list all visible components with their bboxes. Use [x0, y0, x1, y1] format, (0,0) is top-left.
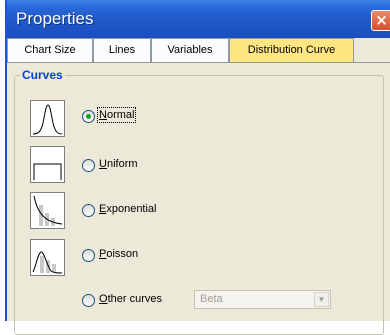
tab-strip: Chart Size Lines Variables Distribution … [7, 38, 390, 63]
other-curves-select[interactable]: Beta ▼ [194, 290, 331, 309]
poisson-label[interactable]: Poisson [99, 248, 138, 260]
normal-curve-icon [30, 100, 65, 137]
tab-lines[interactable]: Lines [93, 38, 151, 62]
tab-variables[interactable]: Variables [151, 38, 229, 62]
normal-radio[interactable] [82, 110, 95, 123]
close-icon: × [375, 11, 388, 29]
tab-distribution-curve[interactable]: Distribution Curve [229, 38, 354, 63]
chevron-down-icon[interactable]: ▼ [314, 292, 329, 307]
normal-label[interactable]: Normal [96, 107, 137, 123]
title-bar[interactable]: Properties × [7, 0, 390, 38]
exponential-curve-icon [30, 192, 65, 229]
exponential-radio[interactable] [82, 204, 95, 217]
exponential-label[interactable]: Exponential [99, 203, 157, 215]
close-button[interactable]: × [371, 10, 390, 31]
dialog-title: Properties [16, 9, 94, 28]
curves-group-label: Curves [20, 68, 65, 82]
poisson-radio[interactable] [82, 249, 95, 262]
poisson-curve-icon [30, 239, 65, 276]
other-curves-select-value: Beta [200, 293, 223, 305]
uniform-curve-icon [30, 146, 65, 183]
tab-chart-size[interactable]: Chart Size [7, 38, 93, 62]
distribution-curve-panel: Curves Normal Uniform Exponential Poisso… [7, 62, 390, 335]
other-curves-label[interactable]: Other curves [99, 293, 162, 305]
properties-dialog: Properties × Chart Size Lines Variables … [5, 0, 390, 335]
uniform-radio[interactable] [82, 159, 95, 172]
other-curves-radio[interactable] [82, 294, 95, 307]
uniform-label[interactable]: Uniform [99, 158, 138, 170]
